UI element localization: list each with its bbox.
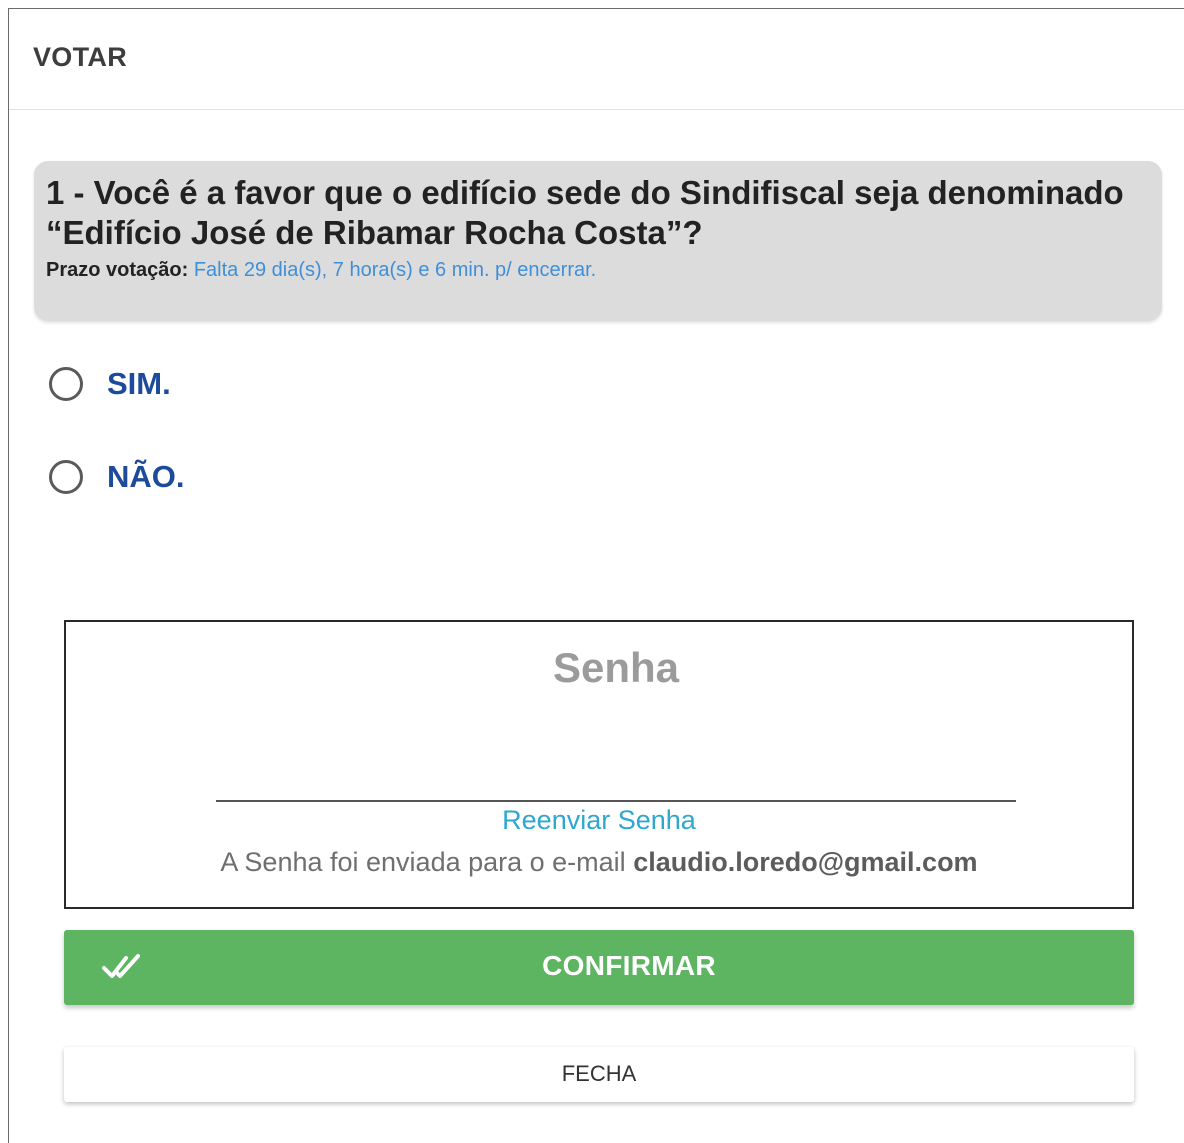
option-nao[interactable]: NÃO. — [49, 459, 185, 495]
radio-sim[interactable] — [49, 367, 83, 401]
close-button[interactable]: FECHA — [64, 1047, 1134, 1102]
deadline-countdown: Falta 29 dia(s), 7 hora(s) e 6 min. p/ e… — [193, 259, 597, 281]
deadline-label: Prazo votação: — [46, 259, 189, 281]
voting-deadline: Prazo votação: Falta 29 dia(s), 7 hora(s… — [46, 259, 596, 282]
password-sent-info: A Senha foi enviada para o e-mail claudi… — [66, 847, 1132, 878]
resend-password-link[interactable]: Reenviar Senha — [66, 805, 1132, 836]
dialog-header: VOTAR — [9, 9, 1184, 110]
confirm-label: CONFIRMAR — [542, 950, 716, 981]
recipient-email: claudio.loredo@gmail.com — [633, 847, 978, 877]
option-label-nao[interactable]: NÃO. — [107, 459, 185, 495]
vote-dialog: VOTAR 1 - Você é a favor que o edifício … — [8, 8, 1184, 1143]
option-label-sim[interactable]: SIM. — [107, 366, 171, 402]
password-sent-text: A Senha foi enviada para o e-mail — [220, 847, 626, 877]
question-text: 1 - Você é a favor que o edifício sede d… — [46, 174, 1124, 251]
close-label: FECHA — [561, 1061, 637, 1086]
confirm-button[interactable]: CONFIRMAR — [64, 930, 1134, 1005]
question-card: 1 - Você é a favor que o edifício sede d… — [34, 161, 1162, 321]
option-sim[interactable]: SIM. — [49, 366, 171, 402]
dialog-title: VOTAR — [33, 42, 127, 72]
radio-nao[interactable] — [49, 460, 83, 494]
password-input[interactable] — [216, 644, 1016, 802]
password-panel: Reenviar Senha A Senha foi enviada para … — [64, 620, 1134, 909]
